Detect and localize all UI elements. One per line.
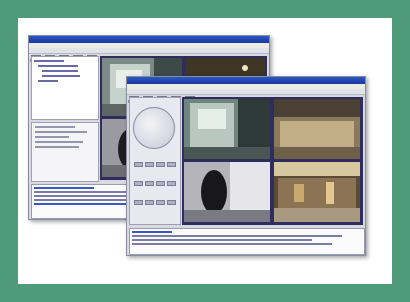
camera-view-3[interactable] (184, 162, 270, 222)
event-log-table[interactable] (129, 228, 365, 255)
ptz-button[interactable] (156, 162, 165, 167)
picture-frame (0, 0, 410, 302)
ptz-button[interactable] (167, 162, 176, 167)
device-tree[interactable] (31, 56, 99, 120)
ptz-button[interactable] (134, 162, 143, 167)
back-window-toolbar (29, 48, 269, 62)
ptz-button[interactable] (145, 162, 154, 167)
ptz-button[interactable] (156, 181, 165, 186)
camera-view-4[interactable] (274, 162, 360, 222)
ptz-buttons (133, 153, 177, 210)
ptz-button[interactable] (134, 181, 143, 186)
properties-panel (31, 122, 99, 182)
front-window-titlebar[interactable] (127, 77, 365, 84)
ptz-button[interactable] (156, 200, 165, 205)
camera-view-2[interactable] (274, 99, 360, 159)
ptz-button[interactable] (167, 200, 176, 205)
ptz-button[interactable] (145, 200, 154, 205)
camera-grid (182, 97, 363, 225)
ptz-button[interactable] (167, 181, 176, 186)
camera-view-1[interactable] (184, 99, 270, 159)
ptz-joystick[interactable] (133, 107, 175, 149)
back-window-titlebar[interactable] (29, 36, 269, 43)
ptz-button[interactable] (134, 200, 143, 205)
front-window (126, 76, 366, 256)
front-window-toolbar (127, 89, 365, 103)
ptz-button[interactable] (145, 181, 154, 186)
